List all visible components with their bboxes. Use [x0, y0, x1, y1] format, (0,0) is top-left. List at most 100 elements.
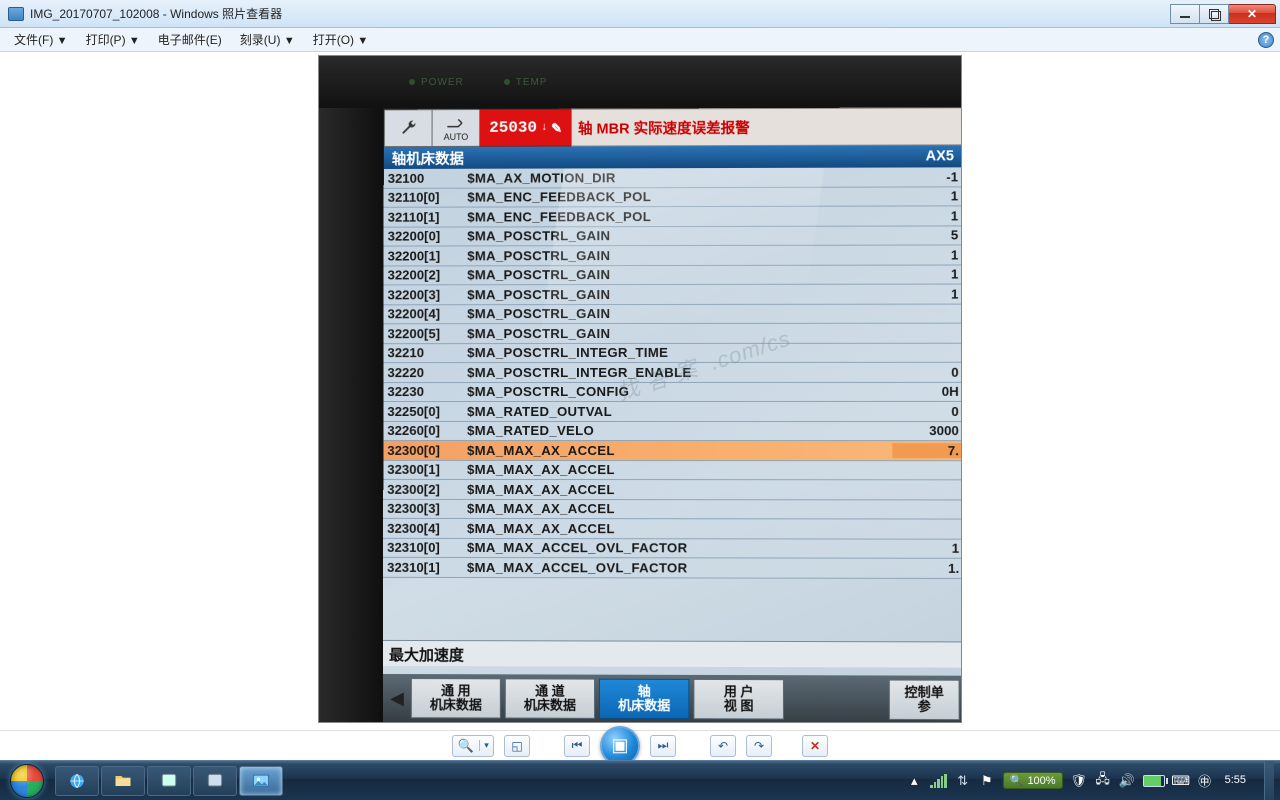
battery-icon[interactable]: [1143, 775, 1165, 787]
section-title: 轴机床数据 AX5: [384, 145, 961, 169]
param-name: $MA_MAX_AX_ACCEL: [457, 443, 892, 458]
param-row: 32230$MA_POSCTRL_CONFIG0H: [383, 382, 961, 402]
param-row: 32310[0]$MA_MAX_ACCEL_OVL_FACTOR1: [383, 538, 961, 558]
param-value: 1: [892, 286, 961, 301]
cnc-header: AUTO 25030↓✎ 轴 MBR 实际速度误差报警: [384, 107, 961, 147]
param-id: 32200[0]: [384, 229, 458, 244]
param-value: 1: [892, 247, 961, 262]
param-id: 32250[0]: [383, 404, 457, 419]
close-button[interactable]: [1228, 4, 1276, 24]
tray-volume-icon[interactable]: 🔊: [1119, 773, 1135, 789]
title-bar[interactable]: IMG_20170707_102008 - Windows 照片查看器: [0, 0, 1280, 28]
actual-size-button[interactable]: ◱: [504, 735, 530, 757]
param-id: 32300[0]: [383, 443, 457, 458]
param-row: 32300[1]$MA_MAX_AX_ACCEL: [383, 460, 961, 480]
taskbar-app1[interactable]: [147, 766, 191, 796]
param-value: 0H: [892, 384, 961, 399]
param-row: 32110[1]$MA_ENC_FEEDBACK_POL1: [384, 206, 961, 227]
maximize-button[interactable]: [1199, 4, 1229, 24]
taskbar-photo-viewer[interactable]: [239, 766, 283, 796]
windows-orb-icon: [10, 764, 44, 798]
clock[interactable]: 5:55: [1221, 774, 1250, 786]
param-name: $MA_MAX_AX_ACCEL: [457, 482, 892, 497]
softkey-axis-md: 轴机床数据: [599, 679, 689, 720]
param-name: $MA_MAX_AX_ACCEL: [457, 521, 893, 537]
param-value: 0: [892, 365, 961, 380]
next-button[interactable]: ⏭: [650, 735, 676, 757]
start-button[interactable]: [0, 761, 54, 800]
param-table: 32100$MA_AX_MOTION_DIR-132110[0]$MA_ENC_…: [383, 167, 961, 578]
param-id: 32260[0]: [383, 423, 457, 438]
param-row: 32220$MA_POSCTRL_INTEGR_ENABLE0: [383, 363, 961, 383]
param-value: -1: [892, 169, 961, 184]
photo-content[interactable]: POWER TEMP AUTO 25030↓✎ 轴 MB: [319, 56, 961, 722]
param-value: 3000: [892, 423, 961, 438]
tray-wifi-icon[interactable]: ⇅: [955, 773, 971, 789]
param-id: 32310[1]: [383, 560, 457, 575]
menu-email[interactable]: 电子邮件(E): [150, 29, 230, 50]
menu-open[interactable]: 打开(O) ▼: [305, 29, 377, 50]
param-name: $MA_POSCTRL_INTEGR_ENABLE: [457, 365, 892, 380]
show-desktop-button[interactable]: [1264, 761, 1274, 800]
rotate-ccw-button[interactable]: ↶: [710, 735, 736, 757]
param-id: 32230: [383, 384, 457, 399]
param-id: 32300[1]: [383, 462, 457, 477]
param-id: 32300[4]: [383, 521, 457, 536]
menu-print[interactable]: 打印(P) ▼: [78, 29, 148, 50]
menu-burn[interactable]: 刻录(U) ▼: [232, 29, 303, 50]
taskbar-ie[interactable]: [55, 766, 99, 796]
taskbar-app2[interactable]: [193, 766, 237, 796]
taskbar[interactable]: ▴ ⇅ ⚑ 🔍 100% 🛡 🖧 🔊 ⌨ ㊥ 5:55: [0, 760, 1280, 800]
menu-file[interactable]: 文件(F) ▼: [6, 29, 76, 50]
app-icon: [8, 7, 24, 21]
param-value: 5: [892, 228, 961, 243]
param-name: $MA_POSCTRL_GAIN: [457, 325, 892, 340]
taskbar-explorer[interactable]: [101, 766, 145, 796]
tray-zoom-indicator[interactable]: 🔍 100%: [1003, 772, 1063, 789]
param-row: 32300[3]$MA_MAX_AX_ACCEL: [383, 499, 961, 519]
param-name: $MA_MAX_ACCEL_OVL_FACTOR: [457, 540, 893, 556]
alarm-code: 25030↓✎: [479, 109, 571, 147]
param-row: 32200[1]$MA_POSCTRL_GAIN1: [384, 245, 961, 266]
param-value: 1.: [893, 560, 961, 575]
system-tray[interactable]: ▴ ⇅ ⚑ 🔍 100% 🛡 🖧 🔊 ⌨ ㊥ 5:55: [906, 761, 1274, 800]
rotate-cw-button[interactable]: ↷: [746, 735, 772, 757]
param-name: $MA_MAX_AX_ACCEL: [457, 501, 892, 517]
param-row: 32100$MA_AX_MOTION_DIR-1: [384, 167, 961, 188]
tray-lang-icon[interactable]: ㊥: [1197, 773, 1213, 789]
param-name: $MA_MAX_AX_ACCEL: [457, 462, 892, 477]
param-row: 32200[5]$MA_POSCTRL_GAIN: [384, 324, 961, 344]
param-name: $MA_POSCTRL_GAIN: [457, 306, 892, 322]
param-row: 32310[1]$MA_MAX_ACCEL_OVL_FACTOR1.: [383, 558, 961, 579]
param-value: 1: [892, 267, 961, 282]
chevron-down-icon[interactable]: ▾: [479, 740, 493, 751]
tray-network-icon[interactable]: 🖧: [1095, 773, 1111, 789]
param-id: 32200[3]: [384, 287, 458, 302]
previous-button[interactable]: ⏮: [564, 735, 590, 757]
tray-chevron-up-icon[interactable]: ▴: [906, 773, 922, 789]
zoom-control[interactable]: 🔍▾: [452, 735, 494, 757]
param-name: $MA_POSCTRL_GAIN: [457, 247, 892, 263]
param-value: 1: [893, 541, 961, 556]
power-led: POWER: [409, 77, 464, 88]
param-row: 32300[2]$MA_MAX_AX_ACCEL: [383, 480, 961, 500]
param-name: $MA_POSCTRL_CONFIG: [457, 384, 892, 399]
param-name: $MA_RATED_VELO: [457, 423, 892, 438]
tray-action-center-icon[interactable]: ⚑: [979, 773, 995, 789]
signal-icon[interactable]: [930, 774, 947, 788]
param-id: 32210: [383, 345, 457, 360]
param-id: 32300[3]: [383, 501, 457, 516]
tray-ime-icon[interactable]: ⌨: [1173, 773, 1189, 789]
softkey-user-view: 用 户视 图: [693, 679, 784, 720]
param-id: 32310[0]: [383, 540, 457, 555]
menu-bar: 文件(F) ▼ 打印(P) ▼ 电子邮件(E) 刻录(U) ▼ 打开(O) ▼ …: [0, 28, 1280, 52]
help-icon[interactable]: ?: [1258, 32, 1274, 48]
param-description: 最大加速度: [383, 640, 961, 668]
device-bezel-left: [319, 108, 383, 722]
param-id: 32200[5]: [384, 326, 458, 341]
param-id: 32220: [383, 365, 457, 380]
tray-shield-icon[interactable]: 🛡: [1071, 773, 1087, 789]
delete-button[interactable]: ✕: [802, 735, 828, 757]
param-id: 32110[0]: [384, 190, 458, 205]
minimize-button[interactable]: [1170, 4, 1200, 24]
